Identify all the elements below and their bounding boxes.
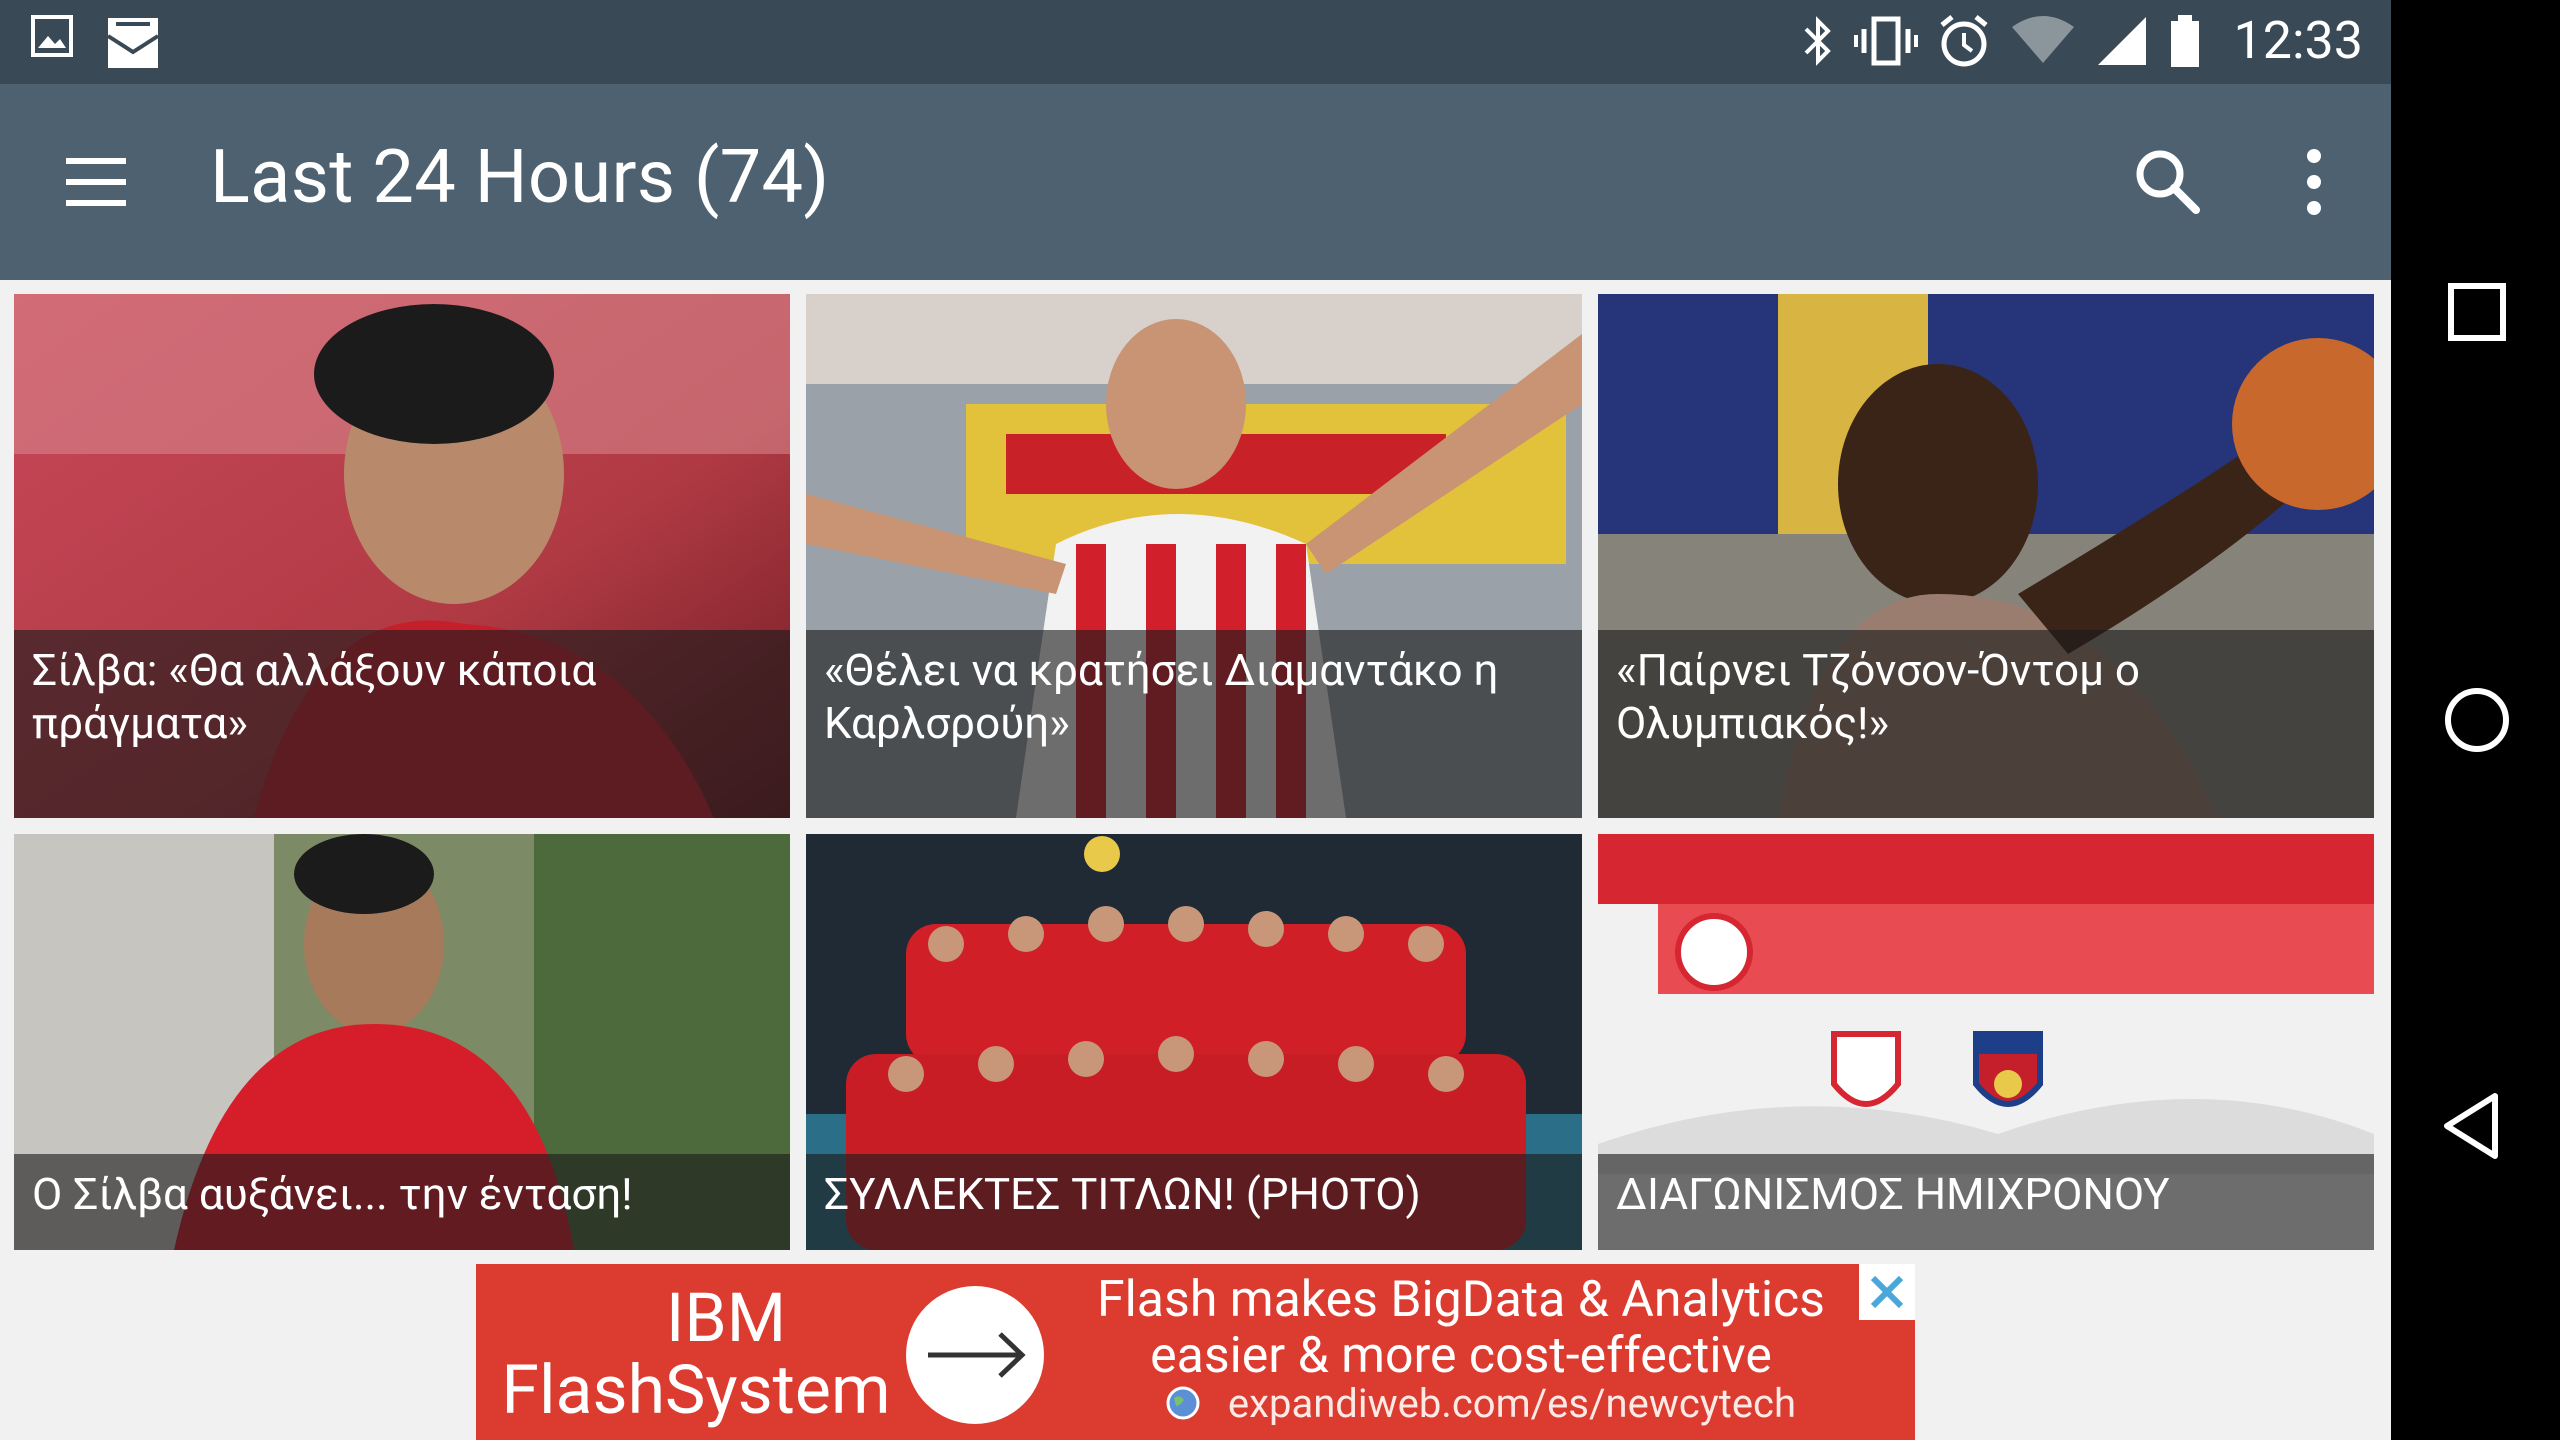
article-caption: «Θέλει να κρατήσει Διαμαντάκο η Καρλσρού…	[806, 630, 1582, 818]
article-card[interactable]: ΔΙΑΓΩΝΙΣΜΟΣ ΗΜΙΧΡΟΝΟΥ	[1598, 834, 2374, 1250]
navigation-bar	[2391, 0, 2560, 1440]
ad-banner[interactable]: IBM FlashSystem Flash makes BigData & An…	[476, 1264, 1915, 1440]
ad-brand-line: IBM	[665, 1278, 787, 1358]
arrow-right-icon	[906, 1332, 1044, 1428]
page-title: Last 24 Hours (74)	[210, 134, 830, 221]
more-vert-icon	[2286, 149, 2342, 226]
image-icon	[30, 14, 74, 72]
article-caption: «Παίρνει Τζόνσον-Όντομ ο Ολυμπιακός!»	[1598, 630, 2374, 818]
article-card[interactable]: Σίλβα: «Θα αλλάξουν κάποια πράγματα»	[14, 294, 790, 818]
more-options-button[interactable]	[2286, 142, 2342, 222]
search-button[interactable]	[2128, 142, 2208, 222]
ad-headline: Flash makes BigData & Analytics easier &…	[1096, 1272, 1826, 1384]
article-caption: Ο Σίλβα αυξάνει... την ένταση!	[14, 1154, 790, 1250]
back-icon	[2429, 1093, 2525, 1178]
caption-line: «Παίρνει Τζόνσον-Όντομ ο	[1616, 644, 2141, 696]
home-button[interactable]	[2429, 672, 2525, 768]
article-card[interactable]: «Παίρνει Τζόνσον-Όντομ ο Ολυμπιακός!»	[1598, 294, 2374, 818]
article-card[interactable]: Ο Σίλβα αυξάνει... την ένταση!	[14, 834, 790, 1250]
caption-line: ΣΥΛΛΕΚΤΕΣ ΤΙΤΛΩΝ! (PHOTO)	[824, 1168, 1421, 1220]
caption-line: Σίλβα: «Θα αλλάξουν κάποια	[32, 644, 597, 696]
caption-line: Ολυμπιακός!»	[1616, 697, 1890, 749]
back-button[interactable]	[2429, 1078, 2525, 1174]
globe-icon	[1166, 1383, 1200, 1430]
battery-icon	[2168, 13, 2202, 69]
status-bar: 12:33	[0, 0, 2391, 84]
ad-arrow-button[interactable]	[906, 1286, 1044, 1424]
wifi-icon	[2010, 13, 2076, 69]
recents-button[interactable]	[2429, 264, 2525, 360]
ad-brand-line: FlashSystem	[501, 1350, 891, 1430]
caption-line: ΔΙΑΓΩΝΙΣΜΟΣ ΗΜΙΧΡΟΝΟΥ	[1616, 1168, 2170, 1220]
menu-icon	[52, 158, 140, 226]
ad-headline-line: Flash makes BigData & Analytics	[1097, 1271, 1825, 1329]
signal-icon	[2094, 13, 2150, 69]
bluetooth-icon	[1800, 13, 1836, 69]
article-caption: ΣΥΛΛΕΚΤΕΣ ΤΙΤΛΩΝ! (PHOTO)	[806, 1154, 1582, 1250]
mail-icon	[104, 14, 162, 72]
caption-line: Ο Σίλβα αυξάνει... την ένταση!	[32, 1168, 633, 1220]
search-icon	[2128, 150, 2208, 226]
status-time: 12:33	[2233, 10, 2364, 71]
caption-line: πράγματα»	[32, 697, 248, 749]
alarm-icon	[1936, 13, 1992, 69]
ad-headline-line: easier & more cost-effective	[1150, 1327, 1772, 1385]
ad-brand: IBM FlashSystem	[476, 1264, 976, 1440]
ad-link-text: expandiweb.com/es/newcytech	[1227, 1380, 1797, 1427]
app-bar: Last 24 Hours (74)	[0, 84, 2391, 280]
ad-link[interactable]: expandiweb.com/es/newcytech	[1166, 1380, 1796, 1430]
recents-icon	[2429, 283, 2525, 364]
ad-close-button[interactable]	[1859, 1264, 1915, 1320]
caption-line: Καρλσρούη»	[824, 697, 1070, 749]
article-card[interactable]: ΣΥΛΛΕΚΤΕΣ ΤΙΤΛΩΝ! (PHOTO)	[806, 834, 1582, 1250]
article-card[interactable]: «Θέλει να κρατήσει Διαμαντάκο η Καρλσρού…	[806, 294, 1582, 818]
article-caption: Σίλβα: «Θα αλλάξουν κάποια πράγματα»	[14, 630, 790, 818]
home-icon	[2429, 688, 2525, 772]
close-icon	[1859, 1275, 1915, 1324]
menu-button[interactable]	[52, 142, 140, 222]
caption-line: «Θέλει να κρατήσει Διαμαντάκο η	[824, 644, 1499, 696]
vibrate-icon	[1853, 13, 1918, 69]
article-caption: ΔΙΑΓΩΝΙΣΜΟΣ ΗΜΙΧΡΟΝΟΥ	[1598, 1154, 2374, 1250]
